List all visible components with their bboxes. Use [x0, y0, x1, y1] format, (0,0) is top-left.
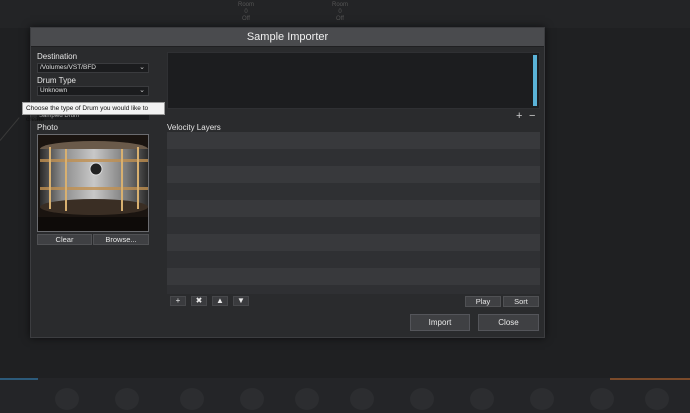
list-item[interactable] — [167, 149, 540, 166]
background-kit-strip — [0, 378, 690, 413]
sort-button[interactable]: Sort — [503, 296, 539, 307]
list-scrollbar[interactable] — [533, 55, 537, 106]
chevron-down-icon: ⌄ — [139, 64, 145, 71]
list-item[interactable] — [167, 251, 540, 268]
move-down-button[interactable]: ▼ — [233, 296, 249, 306]
velocity-layers-label: Velocity Layers — [167, 123, 221, 132]
play-button[interactable]: Play — [465, 296, 501, 307]
background-line — [0, 117, 20, 141]
background-pad-icon — [350, 388, 374, 410]
drum-photo — [37, 134, 149, 232]
snare-drum-icon — [38, 135, 148, 231]
sample-importer-dialog: Sample Importer Destination /Volumes/VST… — [22, 27, 545, 338]
background-pad-icon — [590, 388, 614, 410]
list-item[interactable] — [167, 183, 540, 200]
background-knob-label: Room 0 Off — [331, 2, 348, 22]
drum-type-select[interactable]: Unknown ⌄ — [37, 86, 149, 96]
destination-select[interactable]: /Volumes/VST/BFD ⌄ — [37, 63, 149, 73]
background-pad-icon — [115, 388, 139, 410]
list-item[interactable] — [167, 268, 540, 285]
remove-articulation-button[interactable]: − — [529, 111, 535, 122]
add-articulation-button[interactable]: + — [516, 111, 522, 122]
background-pad-icon — [295, 388, 319, 410]
background-knob-label: Room 0 Off — [237, 2, 254, 22]
drum-type-value: Unknown — [40, 87, 68, 94]
background-accent-line — [0, 378, 38, 380]
drum-type-tooltip: Choose the type of Drum you would like t… — [22, 102, 165, 123]
background-accent-line — [610, 378, 690, 380]
background-pad-icon — [180, 388, 204, 410]
clear-photo-button[interactable]: Clear — [37, 234, 92, 245]
move-up-button[interactable]: ▲ — [212, 296, 228, 306]
background-pad-icon — [470, 388, 494, 410]
browse-photo-button[interactable]: Browse... — [93, 234, 149, 245]
dialog-title: Sample Importer — [31, 28, 544, 47]
background-pad-icon — [410, 388, 434, 410]
list-item[interactable] — [167, 234, 540, 251]
background-pad-icon — [240, 388, 264, 410]
list-item[interactable] — [167, 166, 540, 183]
background-pad-icon — [55, 388, 79, 410]
close-button[interactable]: Close — [478, 314, 539, 331]
chevron-down-icon: ⌄ — [139, 87, 145, 94]
background-pad-icon — [530, 388, 554, 410]
destination-label: Destination — [37, 52, 78, 61]
list-item[interactable] — [167, 217, 540, 234]
add-layer-button[interactable]: + — [170, 296, 186, 306]
destination-value: /Volumes/VST/BFD — [40, 64, 96, 71]
drum-type-label: Drum Type — [37, 76, 76, 85]
velocity-layers-list[interactable] — [167, 132, 540, 294]
list-item[interactable] — [167, 132, 540, 149]
articulation-list[interactable] — [167, 52, 540, 109]
import-button[interactable]: Import — [410, 314, 470, 331]
delete-layer-button[interactable]: ✖ — [191, 296, 207, 306]
list-item[interactable] — [167, 200, 540, 217]
background-pad-icon — [645, 388, 669, 410]
